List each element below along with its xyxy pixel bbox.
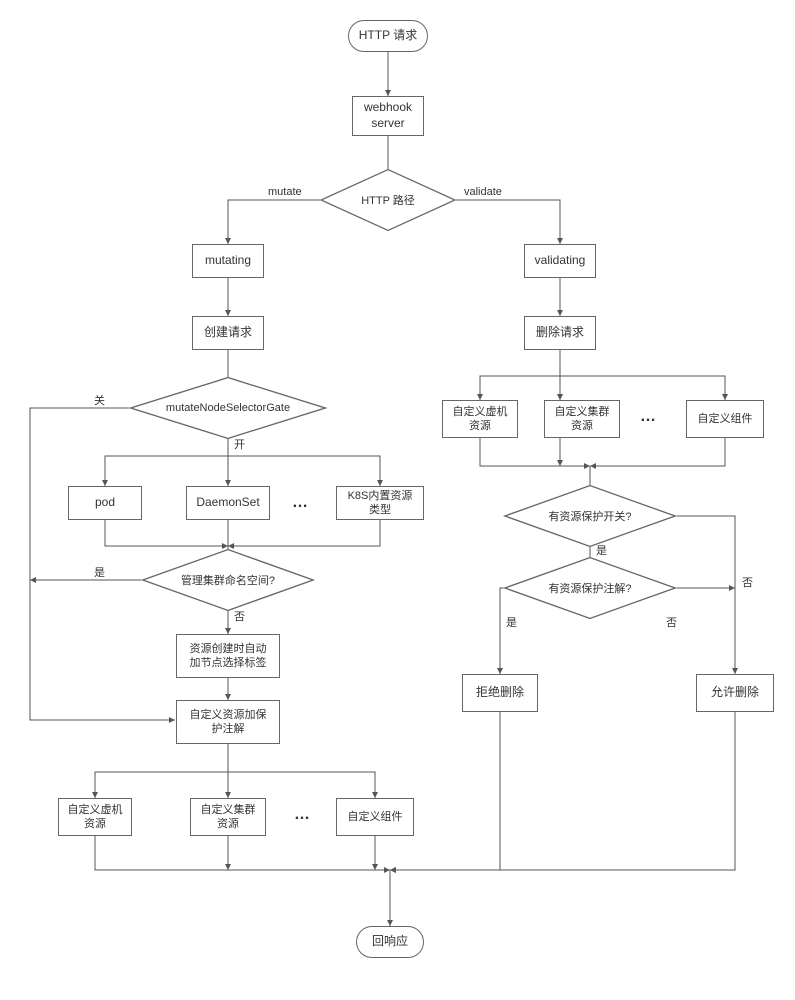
mgmt-ns-no-label: 否	[234, 608, 245, 624]
validating-node: validating	[524, 244, 596, 278]
mutating-node: mutating	[192, 244, 264, 278]
v-cust-comp-node: 自定义组件	[686, 400, 764, 438]
v-cust-vm-node: 自定义虚机资源	[442, 400, 518, 438]
has-anno-no-label: 否	[666, 614, 677, 630]
pod-node: pod	[68, 486, 142, 520]
has-switch-no-label: 否	[742, 574, 753, 590]
webhook-node: webhook server	[352, 96, 424, 136]
flowchart-canvas: HTTP 请求 webhook server HTTP 路径 mutate va…	[0, 0, 795, 1000]
mgmt-ns-yes-label: 是	[94, 564, 105, 580]
delete-request-label: 删除请求	[536, 325, 584, 341]
has-switch-decision: 有资源保护开关?	[568, 494, 612, 538]
create-request-node: 创建请求	[192, 316, 264, 350]
allow-label: 允许删除	[711, 685, 759, 701]
response-node: 回响应	[356, 926, 424, 958]
http-path-label: HTTP 路径	[361, 192, 415, 208]
dots-icon-1: …	[292, 494, 308, 512]
delete-request-node: 删除请求	[524, 316, 596, 350]
cust-comp-label: 自定义组件	[348, 810, 403, 824]
create-request-label: 创建请求	[204, 325, 252, 341]
webhook-label: webhook server	[364, 100, 412, 131]
v-cust-cluster-label: 自定义集群资源	[553, 405, 611, 434]
mgmt-ns-label: 管理集群命名空间?	[181, 572, 275, 588]
add-protect-node: 自定义资源加保护注解	[176, 700, 280, 744]
http-path-decision: HTTP 路径	[366, 178, 410, 222]
daemonset-node: DaemonSet	[186, 486, 270, 520]
k8s-builtin-node: K8S内置资源类型	[336, 486, 424, 520]
cust-vm-node: 自定义虚机资源	[58, 798, 132, 836]
gate-off-label: 关	[94, 392, 105, 408]
cust-cluster-label: 自定义集群资源	[199, 803, 257, 832]
validating-label: validating	[535, 253, 586, 269]
v-cust-cluster-node: 自定义集群资源	[544, 400, 620, 438]
reject-node: 拒绝删除	[462, 674, 538, 712]
reject-label: 拒绝删除	[476, 685, 524, 701]
cust-vm-label: 自定义虚机资源	[67, 803, 123, 832]
mutating-label: mutating	[205, 253, 251, 269]
has-switch-yes-label: 是	[596, 542, 607, 558]
add-protect-label: 自定义资源加保护注解	[185, 708, 271, 737]
auto-label-label: 资源创建时自动加节点选择标签	[185, 642, 271, 671]
start-label: HTTP 请求	[359, 28, 417, 44]
cust-cluster-node: 自定义集群资源	[190, 798, 266, 836]
k8s-builtin-label: K8S内置资源类型	[345, 489, 415, 518]
gate-decision: mutateNodeSelectorGate	[206, 386, 250, 430]
daemonset-label: DaemonSet	[196, 495, 259, 511]
v-cust-comp-label: 自定义组件	[698, 412, 753, 426]
gate-label: mutateNodeSelectorGate	[166, 402, 290, 414]
start-node: HTTP 请求	[348, 20, 428, 52]
mutate-edge-label: mutate	[268, 186, 302, 198]
response-label: 回响应	[372, 934, 408, 950]
has-anno-label: 有资源保护注解?	[548, 580, 631, 596]
cust-comp-node: 自定义组件	[336, 798, 414, 836]
has-anno-yes-label: 是	[506, 614, 517, 630]
auto-label-node: 资源创建时自动加节点选择标签	[176, 634, 280, 678]
v-cust-vm-label: 自定义虚机资源	[451, 405, 509, 434]
pod-label: pod	[95, 495, 115, 511]
dots-icon-3: …	[640, 408, 656, 426]
mgmt-ns-decision: 管理集群命名空间?	[206, 558, 250, 602]
has-switch-label: 有资源保护开关?	[548, 508, 631, 524]
validate-edge-label: validate	[464, 186, 502, 198]
gate-on-label: 开	[234, 436, 245, 452]
has-anno-decision: 有资源保护注解?	[568, 566, 612, 610]
allow-node: 允许删除	[696, 674, 774, 712]
dots-icon-2: …	[294, 806, 310, 824]
